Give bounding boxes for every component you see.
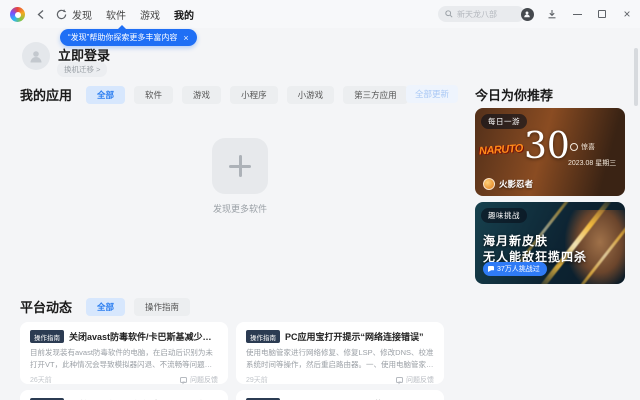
daily-day-number: 30	[524, 126, 570, 167]
close-button[interactable]: ×	[620, 7, 634, 21]
plus-icon	[229, 155, 251, 177]
maximize-button[interactable]	[595, 7, 609, 21]
profile-sub-link[interactable]: 换机迁移 >	[57, 62, 108, 77]
filter-minigames[interactable]: 小游戏	[286, 85, 335, 104]
news-body: 使用电脑管家进行网络修复、修复LSP、修改DNS、校准系统时间等操作，然后重启路…	[246, 348, 434, 369]
game-avatar	[483, 178, 495, 190]
feedback-icon	[180, 377, 187, 384]
minimize-button[interactable]	[570, 7, 584, 21]
daily-game-name: 火影忍者	[483, 178, 533, 190]
tab-software[interactable]: 软件	[106, 7, 126, 22]
challenge-badge: 趣味挑战	[481, 208, 527, 223]
feedback-link[interactable]: 问题反馈	[396, 375, 434, 385]
filter-thirdparty[interactable]: 第三方应用	[343, 85, 408, 104]
window-controls: ×	[520, 0, 634, 28]
news-card[interactable]: 操作指南 opengl版本过低/卡死/花屏/闪退，升级显卡驱动…	[236, 390, 444, 400]
naruto-logo: NARUTO	[478, 142, 524, 158]
my-apps-title: 我的应用	[20, 88, 73, 103]
news-card[interactable]: 操作指南 关闭avast防毒软件/卡巴斯基减少卡顿现象 目前发现装有avast防…	[20, 322, 228, 384]
filter-games[interactable]: 游戏	[182, 85, 222, 104]
update-all-button[interactable]: 全部更新	[406, 85, 459, 103]
search-box[interactable]	[438, 6, 525, 22]
filter-all[interactable]: 全部	[86, 85, 126, 104]
add-software-label: 发现更多软件	[212, 204, 267, 214]
challenge-card[interactable]: 趣味挑战 海月新皮肤 无人能敌狂揽四杀 37万人挑战过	[475, 202, 625, 284]
flag-icon	[488, 266, 494, 272]
app-logo-icon[interactable]	[10, 7, 25, 22]
app-window: 发现 软件 游戏 我的 × “发现”帮助你探索更多丰富内容 × 立即登录	[0, 0, 640, 400]
tab-mine[interactable]: 我的	[174, 7, 194, 22]
recommend-title: 今日为你推荐	[475, 88, 554, 103]
platform-filter-all[interactable]: 全部	[86, 297, 126, 316]
discover-tooltip: “发现”帮助你探索更多丰富内容 ×	[60, 25, 197, 46]
news-title: PC应用宝打开提示“网络连接错误”	[285, 332, 424, 342]
daily-game-badge: 每日一游	[481, 114, 527, 129]
download-icon[interactable]	[545, 7, 559, 21]
filter-software[interactable]: 软件	[134, 85, 174, 104]
daily-game-card[interactable]: 每日一游 NARUTO 30 惊喜 2023.08 星期三 火影忍者	[475, 108, 625, 196]
platform-filter-guide[interactable]: 操作指南	[134, 297, 191, 316]
platform-header: 平台动态 全部 操作指南	[20, 297, 191, 316]
news-tag: 操作指南	[30, 330, 64, 343]
platform-title: 平台动态	[20, 300, 73, 315]
back-icon[interactable]	[32, 0, 50, 28]
tag-ring-icon	[570, 143, 578, 151]
feedback-link[interactable]: 问题反馈	[180, 375, 218, 385]
scrollbar-thumb[interactable]	[634, 48, 638, 106]
filter-miniprogram[interactable]: 小程序	[230, 85, 278, 104]
challenge-line1: 海月新皮肤	[483, 234, 549, 248]
tab-discover[interactable]: 发现	[72, 7, 92, 22]
news-time: 29天前	[246, 377, 268, 385]
my-apps-filters: 全部 软件 游戏 小程序 小游戏 第三方应用	[86, 85, 408, 104]
my-apps-header: 我的应用 全部 软件 游戏 小程序 小游戏 第三方应用	[20, 85, 450, 104]
tooltip-text: “发现”帮助你探索更多丰富内容	[68, 33, 178, 42]
news-tag: 操作指南	[246, 330, 280, 343]
main-tabs: 发现 软件 游戏 我的	[72, 0, 194, 28]
feedback-icon	[396, 377, 403, 384]
daily-date: 2023.08 星期三	[568, 160, 617, 167]
news-title: 关闭avast防毒软件/卡巴斯基减少卡顿现象	[69, 332, 218, 342]
tab-games[interactable]: 游戏	[140, 7, 160, 22]
search-input[interactable]	[457, 9, 517, 19]
user-icon	[30, 51, 42, 63]
add-software-tile[interactable]	[212, 138, 268, 194]
daily-tag: 惊喜	[570, 142, 595, 152]
refresh-icon[interactable]	[52, 0, 70, 28]
avatar[interactable]	[22, 42, 50, 70]
news-card[interactable]: 操作指南 pc校园网安装软件经常掉DNS服务器	[20, 390, 228, 400]
tooltip-close-icon[interactable]: ×	[183, 33, 188, 43]
account-icon[interactable]	[520, 7, 534, 21]
platform-filters: 全部 操作指南	[86, 297, 191, 316]
titlebar: 发现 软件 游戏 我的 ×	[0, 0, 640, 28]
news-time: 26天前	[30, 377, 52, 385]
news-card[interactable]: 操作指南 PC应用宝打开提示“网络连接错误” 使用电脑管家进行网络修复、修复LS…	[236, 322, 444, 384]
challenge-stat-badge: 37万人挑战过	[483, 262, 547, 276]
search-icon	[445, 10, 453, 18]
news-body: 目前发现装有avast防毒软件的电脑，在启动后识别为未打开VT，此种情况会导致模…	[30, 348, 213, 369]
